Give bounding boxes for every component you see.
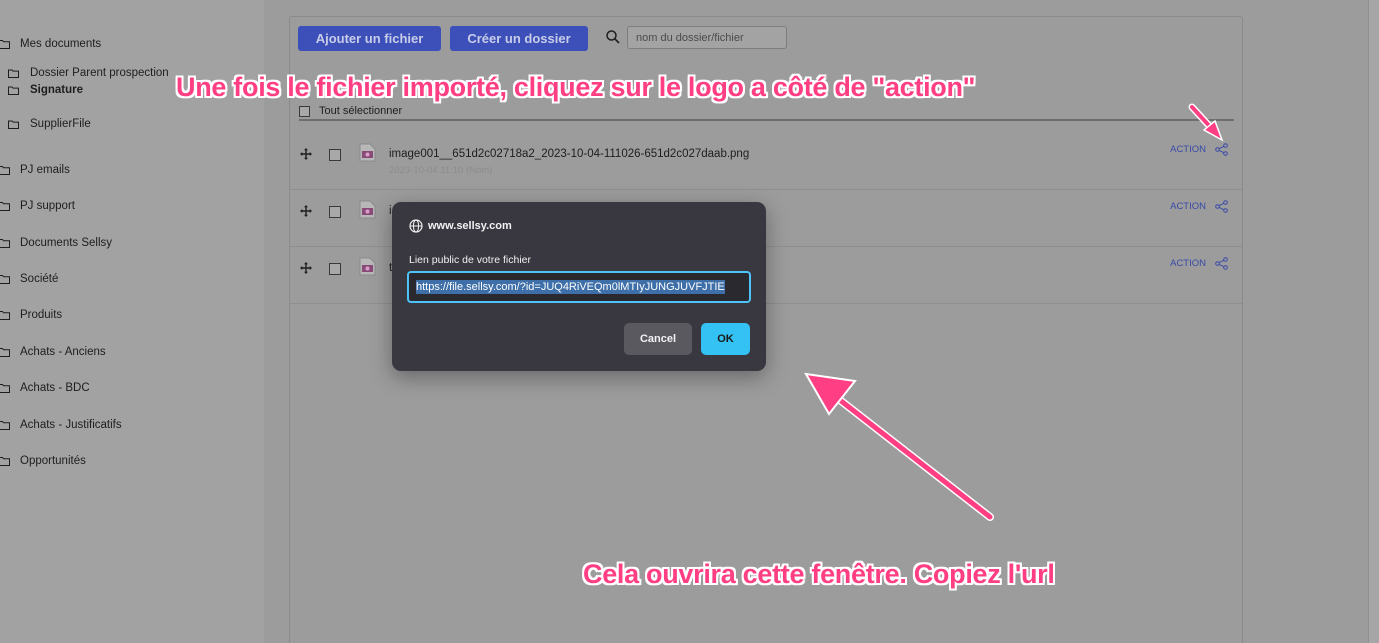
public-url-value: https://file.sellsy.com/?id=JUQ4RiVEQm0l…	[416, 280, 725, 294]
action-link[interactable]: ACTION	[1170, 257, 1228, 270]
sidebar-item-label: Opportunités	[20, 455, 86, 467]
folder-icon	[8, 120, 19, 129]
sidebar-item-label: Produits	[20, 309, 63, 321]
public-link-dialog: www.sellsy.com Lien public de votre fich…	[392, 202, 766, 371]
action-label: ACTION	[1170, 258, 1206, 269]
folder-icon	[8, 86, 19, 95]
sidebar-item-label: PJ emails	[20, 164, 70, 176]
share-icon[interactable]	[1215, 257, 1228, 270]
sidebar-item-label: Documents Sellsy	[20, 237, 113, 249]
action-label: ACTION	[1170, 201, 1206, 212]
file-name[interactable]: image001__651d2c02718a2_2023-10-04-11102…	[389, 148, 749, 160]
select-all-label: Tout sélectionner	[319, 105, 403, 117]
file-image-icon	[359, 143, 376, 162]
move-icon[interactable]	[300, 147, 312, 160]
search-icon	[605, 29, 621, 45]
row-checkbox[interactable]	[329, 149, 341, 161]
row-checkbox[interactable]	[329, 206, 341, 218]
dialog-prompt-label: Lien public de votre fichier	[409, 254, 531, 266]
move-icon[interactable]	[300, 261, 312, 274]
action-link[interactable]: ACTION	[1170, 143, 1228, 156]
sidebar-item-supplierfile[interactable]: SupplierFile	[8, 118, 91, 130]
folder-icon	[8, 69, 19, 78]
folder-icon	[0, 310, 10, 320]
sidebar-item-label: PJ support	[20, 200, 75, 212]
file-date: 2023-10-04 11:10 (Nom)	[389, 165, 493, 176]
public-url-field[interactable]: https://file.sellsy.com/?id=JUQ4RiVEQm0l…	[407, 271, 751, 303]
sidebar-item-produits[interactable]: Produits	[0, 309, 62, 321]
sidebar-item-label: Achats - Justificatifs	[20, 419, 122, 431]
create-folder-button[interactable]: Créer un dossier	[450, 26, 588, 51]
share-icon[interactable]	[1215, 143, 1228, 156]
page-scrollbar[interactable]	[1368, 0, 1379, 643]
action-link[interactable]: ACTION	[1170, 200, 1228, 213]
sidebar-item-societe[interactable]: Société	[0, 273, 58, 285]
sidebar-item-signature[interactable]: Signature	[8, 84, 83, 96]
folder-icon	[0, 383, 10, 393]
sidebar-item-dossier-parent-prospection[interactable]: Dossier Parent prospection	[8, 67, 169, 79]
sidebar-item-label: SupplierFile	[30, 118, 91, 130]
folder-icon	[0, 347, 10, 357]
annotation-bottom: Cela ouvrira cette fenêtre. Copiez l'url	[583, 559, 1055, 589]
sidebar-item-achats-justificatifs[interactable]: Achats - Justificatifs	[0, 419, 122, 431]
ok-button[interactable]: OK	[701, 323, 750, 355]
dialog-origin: www.sellsy.com	[428, 220, 512, 232]
folder-icon	[0, 165, 10, 175]
file-image-icon	[359, 200, 376, 219]
sidebar-item-pj-support[interactable]: PJ support	[0, 200, 75, 212]
row-checkbox[interactable]	[329, 263, 341, 275]
share-icon[interactable]	[1215, 200, 1228, 213]
list-divider	[299, 119, 1234, 121]
sidebar-item-label: Mes documents	[20, 38, 102, 50]
sidebar-item-label: Dossier Parent prospection	[30, 67, 169, 79]
sidebar-item-label: Société	[20, 273, 59, 285]
folder-icon	[0, 39, 10, 49]
add-file-button[interactable]: Ajouter un fichier	[298, 26, 441, 51]
sidebar-item-achats-bdc[interactable]: Achats - BDC	[0, 382, 90, 394]
move-icon[interactable]	[300, 204, 312, 217]
select-all-checkbox[interactable]	[299, 105, 310, 117]
cancel-button[interactable]: Cancel	[624, 323, 692, 355]
sidebar-item-pj-emails[interactable]: PJ emails	[0, 164, 70, 176]
action-label: ACTION	[1170, 144, 1206, 155]
search-input[interactable]	[627, 26, 787, 49]
folder-icon	[0, 456, 10, 466]
sidebar-item-mes-documents[interactable]: Mes documents	[0, 38, 101, 50]
file-row: image001__651d2c02718a2_2023-10-04-11102…	[290, 134, 1242, 190]
sidebar-item-documents-sellsy[interactable]: Documents Sellsy	[0, 237, 112, 249]
sidebar-item-opportunites[interactable]: Opportunités	[0, 455, 86, 467]
annotation-top: Une fois le fichier importé, cliquez sur…	[176, 72, 976, 102]
globe-icon	[409, 219, 423, 233]
sidebar-item-label: Signature	[30, 84, 84, 96]
folder-icon	[0, 238, 10, 248]
sidebar-item-label: Achats - BDC	[20, 382, 90, 394]
folder-icon	[0, 274, 10, 284]
file-image-icon	[359, 257, 376, 276]
sidebar-item-achats-anciens[interactable]: Achats - Anciens	[0, 346, 106, 358]
sidebar-item-label: Achats - Anciens	[20, 346, 106, 358]
folder-icon	[0, 201, 10, 211]
select-all[interactable]: Tout sélectionner	[299, 105, 402, 117]
folder-icon	[0, 420, 10, 430]
